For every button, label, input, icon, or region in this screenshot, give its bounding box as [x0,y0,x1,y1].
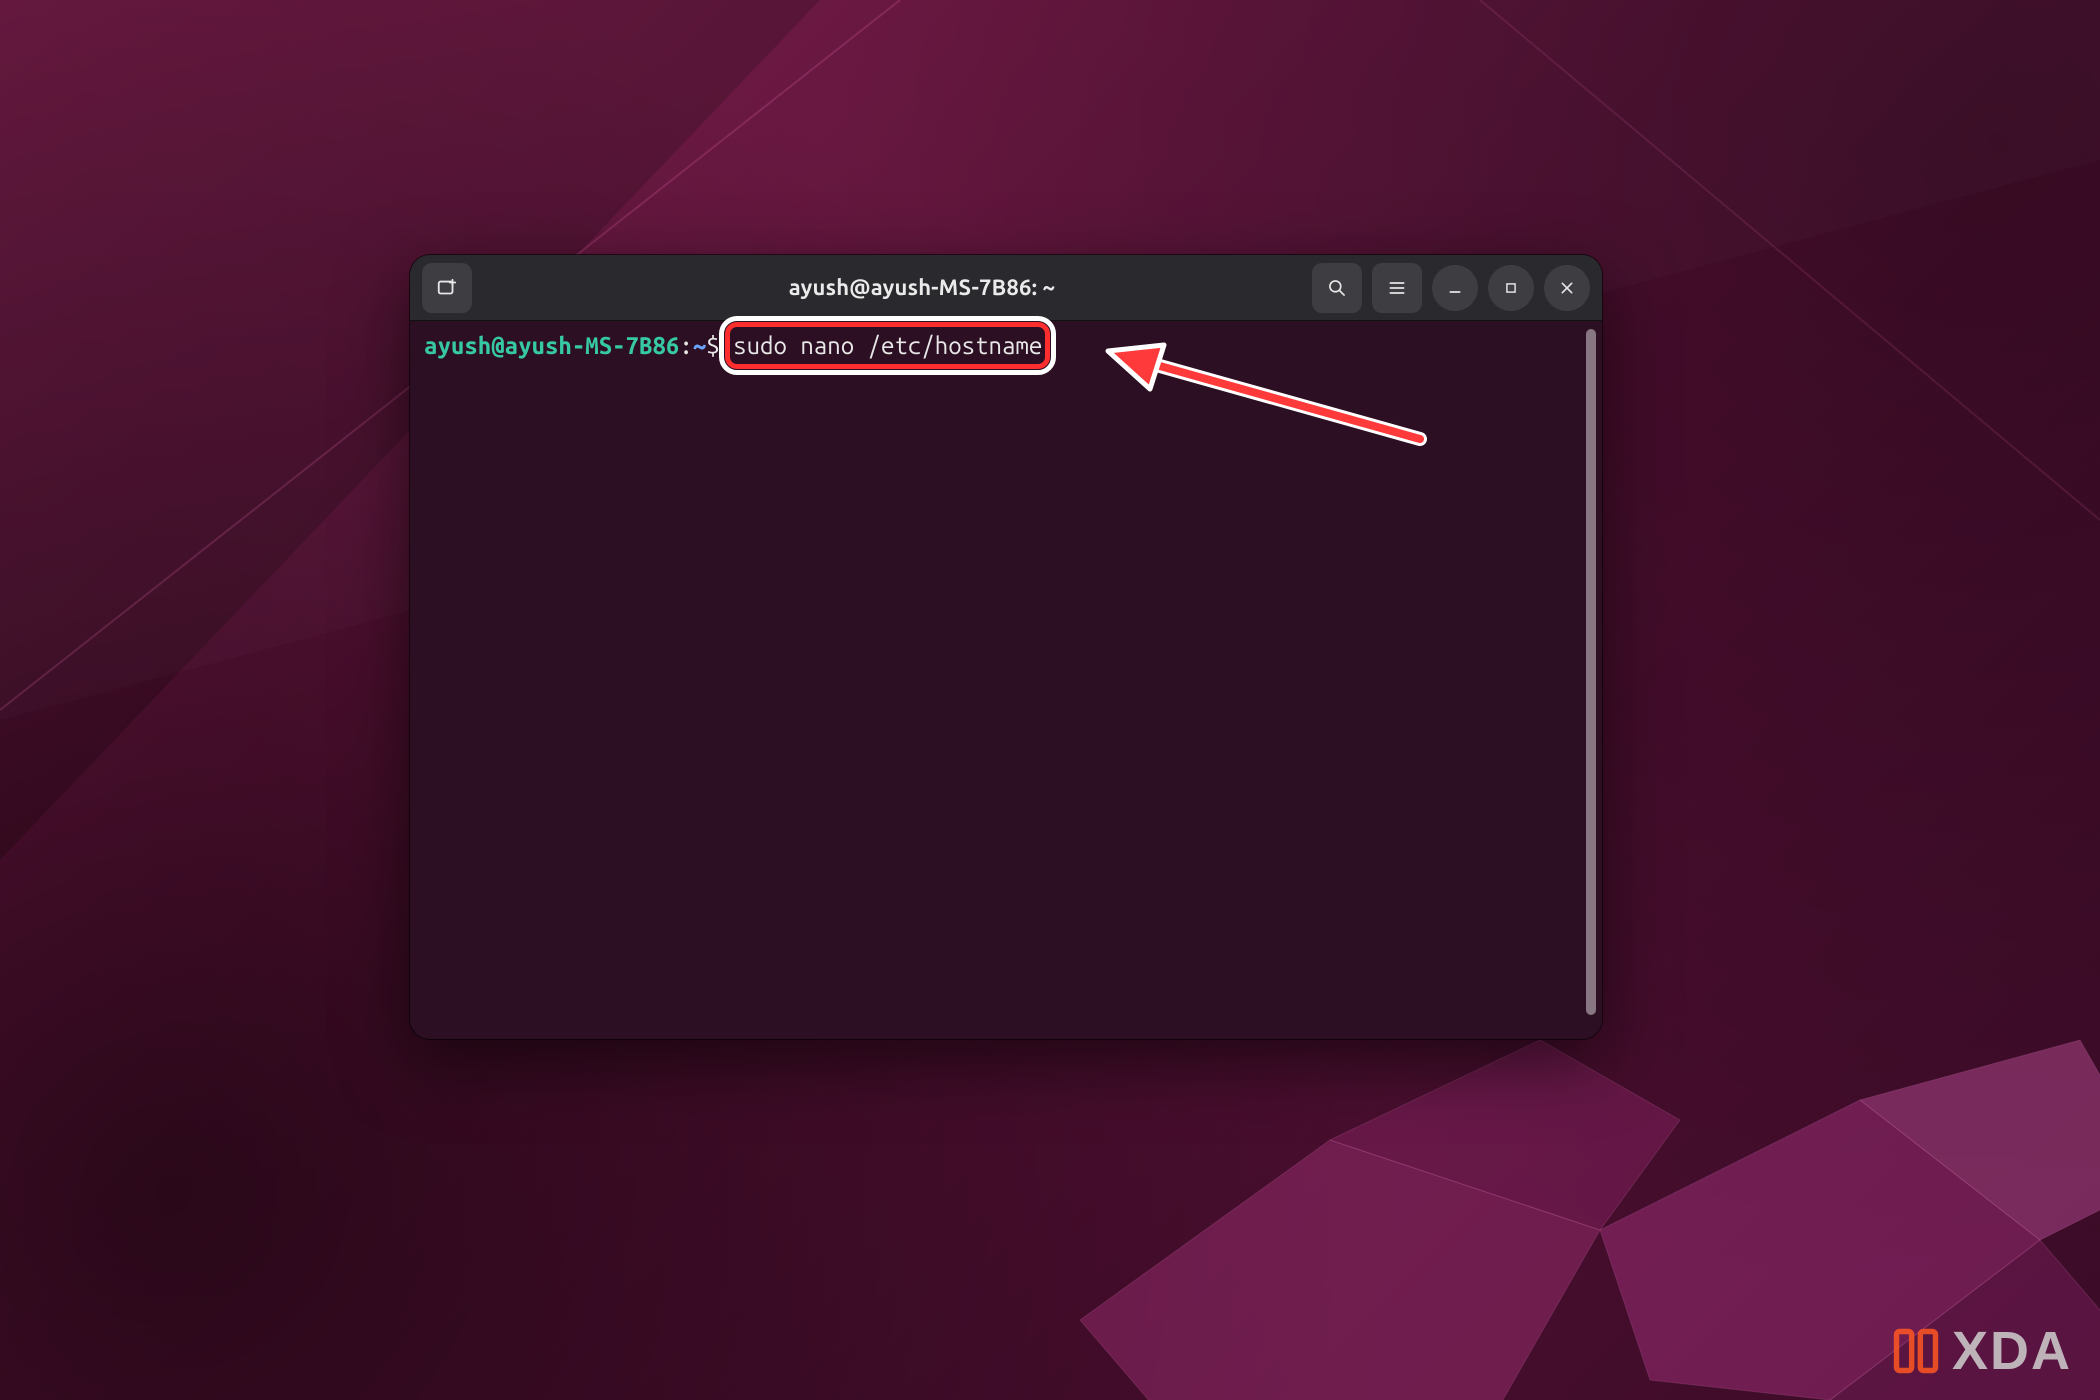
window-titlebar[interactable]: ayush@ayush-MS-7B86: ~ [410,255,1602,321]
xda-logo-icon [1888,1323,1944,1379]
window-title: ayush@ayush-MS-7B86: ~ [542,275,1302,300]
prompt-separator: : [679,332,692,359]
terminal-body[interactable]: ayush@ayush-MS-7B86:~$ sudo nano /etc/ho… [410,321,1602,1039]
xda-watermark: XDA [1888,1320,2072,1382]
close-icon [1559,280,1575,296]
maximize-button[interactable] [1488,265,1534,311]
terminal-scrollbar[interactable] [1586,329,1596,1015]
xda-watermark-text: XDA [1952,1320,2072,1382]
new-tab-icon [436,277,458,299]
minimize-button[interactable] [1432,265,1478,311]
terminal-command: sudo nano /etc/hostname [733,332,1042,359]
prompt-symbol: $ [706,332,719,359]
prompt-path: ~ [693,332,706,359]
search-button[interactable] [1312,263,1362,313]
close-button[interactable] [1544,265,1590,311]
annotation-arrow-icon [1100,341,1440,461]
prompt-user-host: ayush@ayush-MS-7B86 [424,332,679,359]
hamburger-menu-icon [1387,278,1407,298]
maximize-icon [1504,281,1518,295]
terminal-window: ayush@ayush-MS-7B86: ~ [410,255,1602,1039]
new-tab-button[interactable] [422,263,472,313]
minimize-icon [1447,280,1463,296]
menu-button[interactable] [1372,263,1422,313]
search-icon [1327,278,1347,298]
